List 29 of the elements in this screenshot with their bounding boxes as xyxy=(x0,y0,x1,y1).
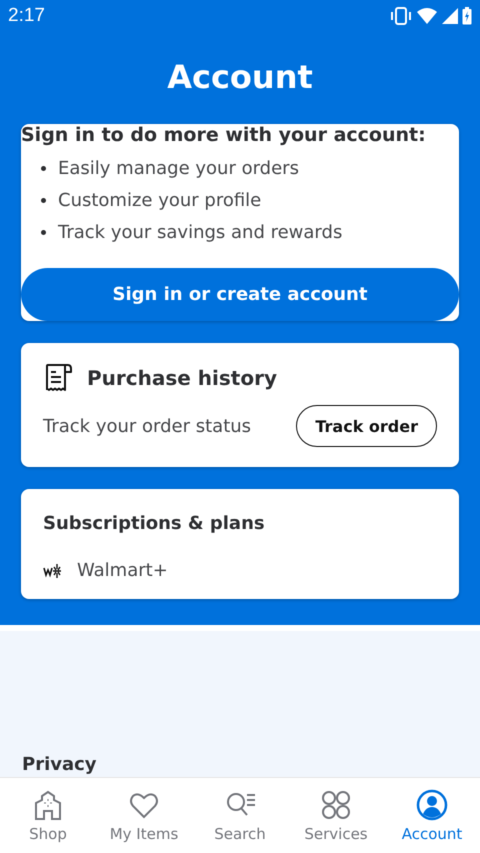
signal-icon xyxy=(442,8,458,24)
track-order-button[interactable]: Track order xyxy=(296,405,437,447)
battery-icon xyxy=(462,7,472,25)
bullet-icon xyxy=(41,198,46,202)
page-title: Account xyxy=(166,58,314,98)
vibrate-icon xyxy=(390,7,412,25)
nav-tab[interactable]: Account xyxy=(384,778,480,853)
account-icon xyxy=(416,788,448,820)
nav-tab[interactable]: Search xyxy=(192,778,288,853)
nav-tab[interactable]: My Items xyxy=(96,778,192,853)
bullet-icon xyxy=(41,166,46,170)
card-heading: Sign in to do more with your account: xyxy=(21,124,427,146)
shop-icon xyxy=(32,788,64,820)
card-heading: Purchase history xyxy=(87,366,277,390)
subscription-item[interactable]: Walmart+ xyxy=(43,560,437,581)
bullet-icon xyxy=(41,230,46,234)
nav-tab[interactable]: Services xyxy=(288,778,384,853)
bullet-text: Customize your profile xyxy=(58,190,262,210)
nav-tab[interactable]: Shop xyxy=(0,778,96,853)
receipt-icon xyxy=(43,363,73,393)
bullet-text: Track your savings and rewards xyxy=(58,222,342,242)
sign-in-button[interactable]: Sign in or create account xyxy=(21,268,459,321)
services-icon xyxy=(320,788,352,820)
bullet-text: Easily manage your orders xyxy=(58,158,299,178)
card-text: Track your order status xyxy=(43,416,252,436)
status-time: 2:17 xyxy=(8,5,45,27)
wifi-icon xyxy=(416,7,438,25)
section-heading: Privacy xyxy=(22,754,97,775)
card-heading: Subscriptions & plans xyxy=(43,513,266,534)
